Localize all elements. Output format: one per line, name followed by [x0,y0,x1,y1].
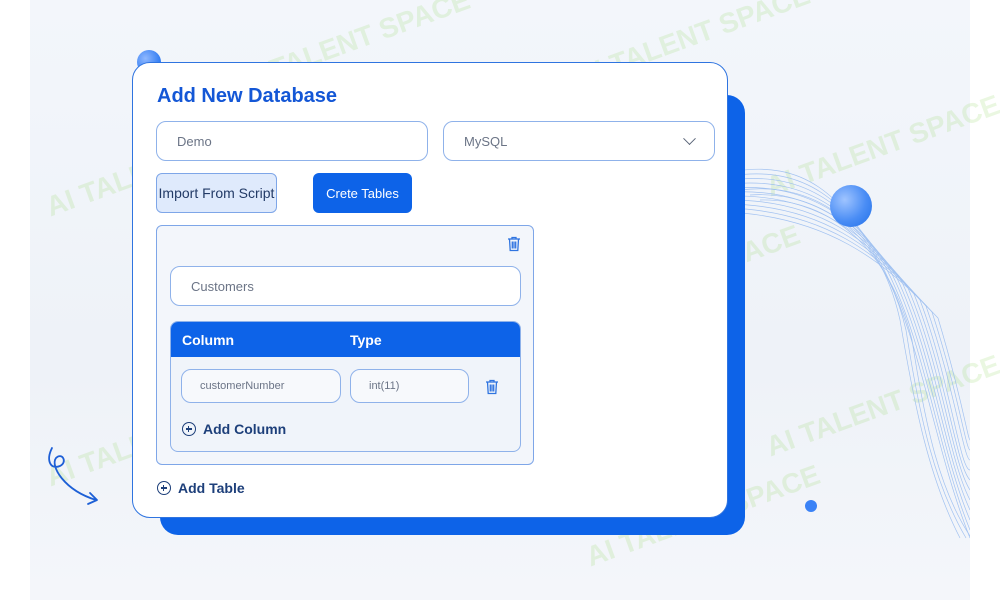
table-name-value: Customers [191,278,254,294]
import-from-script-button[interactable]: Import From Script [156,173,277,213]
page-title: Add New Database [157,85,338,107]
plus-circle-icon [182,422,196,436]
database-type-select[interactable]: MySQL [443,121,715,161]
create-tables-button[interactable]: Crete Tables [313,173,412,213]
curly-arrow-decoration [48,447,98,505]
column-type-input[interactable]: int(11) [350,369,469,403]
columns-header: Column Type [171,322,520,357]
add-database-card: Add New Database Demo MySQL Import From … [132,62,728,518]
table-panel: Customers Column Type customerNumber int… [156,225,534,465]
column-name-value: customerNumber [200,380,285,392]
database-type-value: MySQL [464,133,508,149]
plus-circle-icon [157,481,171,495]
add-table-button[interactable]: Add Table [157,480,245,496]
trash-icon[interactable] [485,379,499,395]
add-table-label: Add Table [178,480,245,496]
column-header-label: Column [182,332,235,348]
add-column-button[interactable]: Add Column [182,421,286,437]
database-name-input[interactable]: Demo [156,121,428,161]
database-name-value: Demo [177,133,212,149]
decorative-dot [805,500,817,512]
trash-icon[interactable] [507,236,521,252]
table-name-input[interactable]: Customers [170,266,521,306]
column-type-value: int(11) [369,380,400,392]
column-name-input[interactable]: customerNumber [181,369,341,403]
type-header-label: Type [350,332,382,348]
chevron-down-icon [683,131,696,145]
columns-editor: Column Type customerNumber int(11) Add C… [170,321,521,452]
add-column-label: Add Column [203,421,287,437]
decorative-sphere [830,185,872,227]
